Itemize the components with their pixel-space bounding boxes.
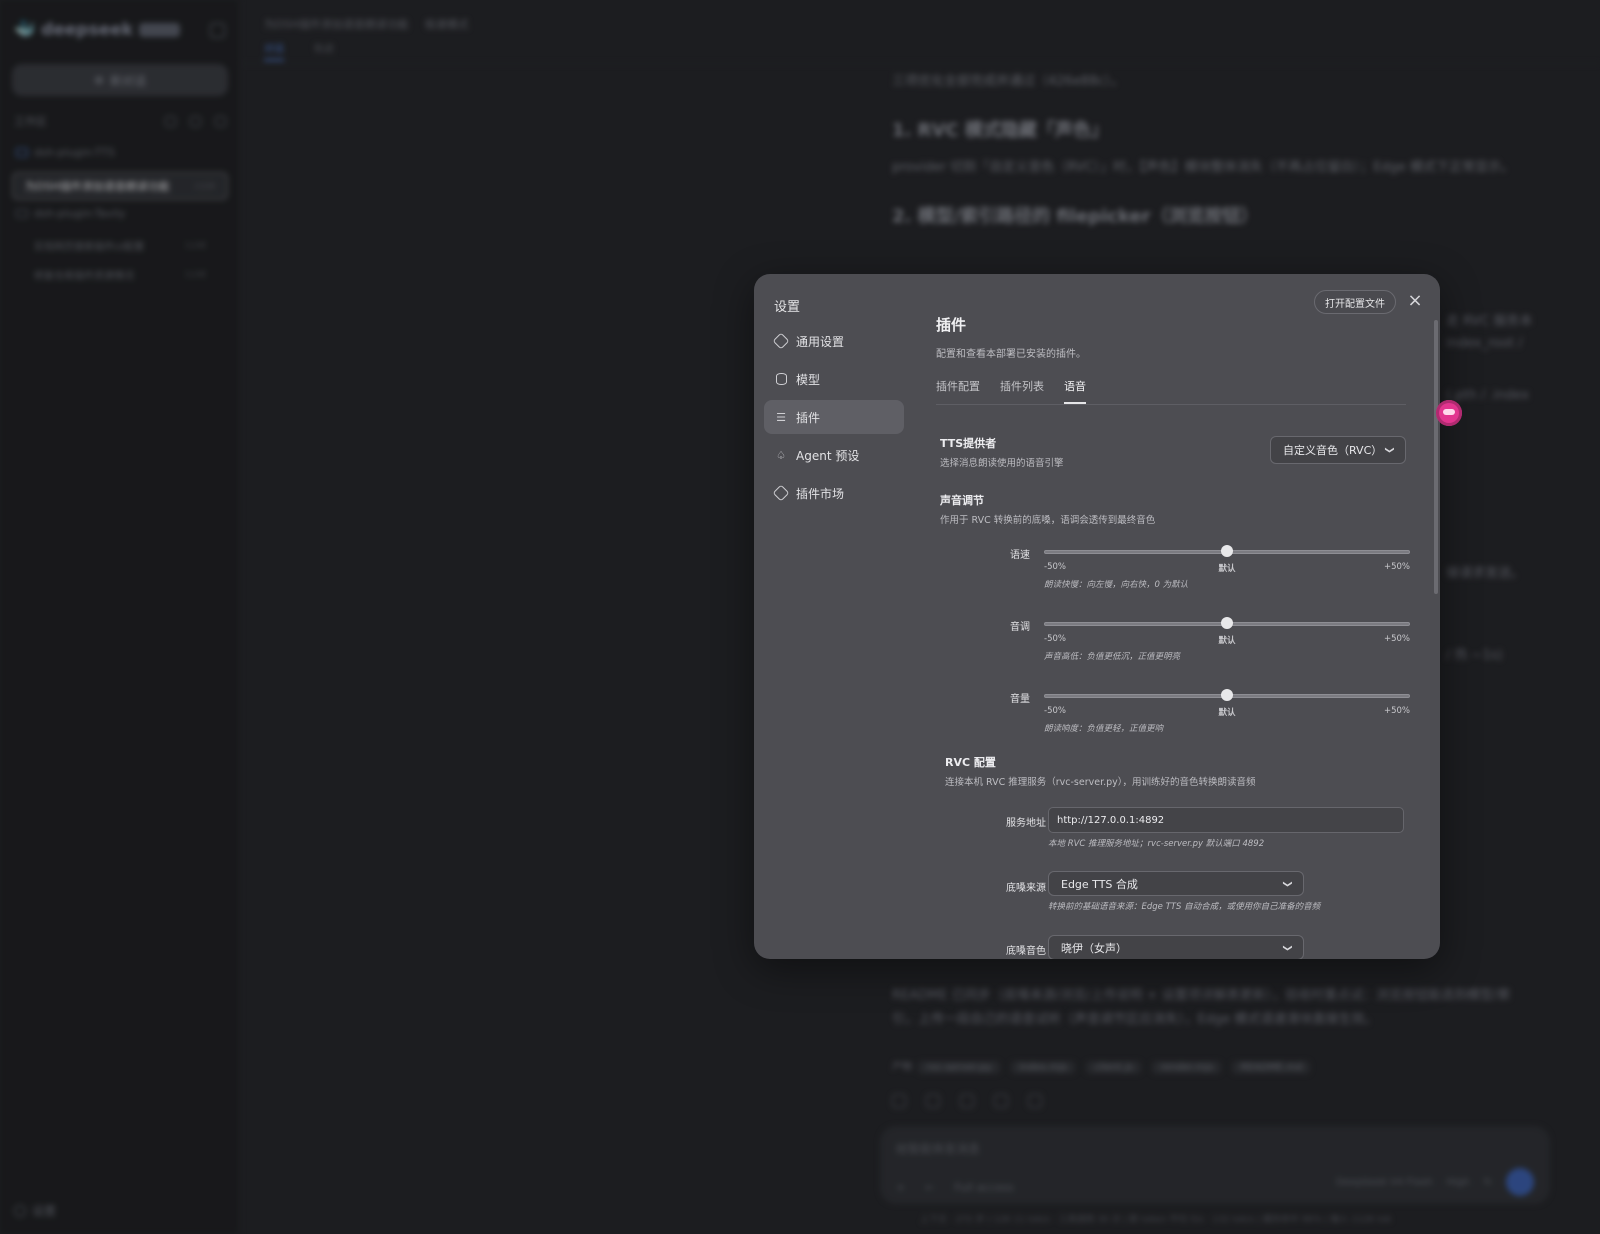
plugins-panel: 插件 配置和查看本部署已安装的插件。 插件配置 插件列表 语音: [936, 314, 1406, 405]
base-voice-source-note: 转换前的基础语音来源：Edge TTS 自动合成，或使用你自己准备的音频: [1048, 902, 1321, 912]
nav-item-general[interactable]: 通用设置: [764, 324, 904, 358]
nav-item-plugins[interactable]: ☰ 插件: [764, 400, 904, 434]
slider-thumb[interactable]: [1221, 617, 1233, 629]
open-config-file-button[interactable]: 打开配置文件: [1314, 290, 1396, 314]
robot-icon: ♤: [776, 448, 786, 462]
slider-thumb[interactable]: [1221, 545, 1233, 557]
chevron-down-icon: ❯: [1384, 446, 1395, 454]
tab-plugin-list[interactable]: 插件列表: [1000, 378, 1044, 404]
modal-scrollbar[interactable]: [1434, 320, 1438, 594]
gear-icon: [772, 332, 790, 350]
store-icon: [772, 484, 790, 502]
close-icon[interactable]: ×: [1404, 290, 1426, 312]
tab-voice[interactable]: 语音: [1064, 378, 1086, 404]
chevron-down-icon: ❯: [1282, 879, 1293, 888]
voice-adjust-section: 声音调节 作用于 RVC 转换前的底嗓，语调会透传到最终音色: [940, 494, 1156, 526]
modal-title: 设置: [774, 300, 801, 315]
database-icon: [774, 372, 788, 386]
panel-title: 插件: [936, 316, 967, 334]
base-voice-select[interactable]: 晓伊（女声） ❯: [1048, 935, 1304, 959]
sliders-icon: ☰: [776, 410, 786, 424]
slider-thumb[interactable]: [1221, 689, 1233, 701]
panel-description: 配置和查看本部署已安装的插件。: [936, 349, 1086, 360]
cursor-pet-icon: [1436, 400, 1462, 426]
nav-item-agent-presets[interactable]: ♤ Agent 预设: [764, 438, 904, 472]
server-address-label: 服务地址: [1006, 818, 1046, 829]
tts-provider-section: TTS提供者 选择消息朗读使用的语音引擎: [940, 437, 1064, 469]
base-voice-source-select[interactable]: Edge TTS 合成 ❯: [1048, 871, 1304, 896]
tts-provider-select[interactable]: 自定义音色（RVC） ❯: [1270, 436, 1406, 464]
server-address-input[interactable]: [1048, 807, 1404, 833]
nav-item-models[interactable]: 模型: [764, 362, 904, 396]
nav-item-plugin-market[interactable]: 插件市场: [764, 476, 904, 510]
tab-plugin-config[interactable]: 插件配置: [936, 378, 980, 404]
server-address-note: 本地 RVC 推理服务地址；rvc-server.py 默认端口 4892: [1048, 839, 1265, 849]
settings-nav: 通用设置 模型 ☰ 插件 ♤ Agent 预设 插件市场: [764, 324, 904, 514]
settings-modal: 设置 打开配置文件 × 通用设置 模型 ☰ 插件 ♤ Agent 预设 插件市场…: [754, 274, 1440, 959]
base-voice-label: 底嗓音色: [1006, 946, 1046, 957]
plugin-tabs: 插件配置 插件列表 语音: [936, 378, 1406, 405]
rvc-config-section: RVC 配置 连接本机 RVC 推理服务（rvc-server.py），用训练好…: [945, 756, 1256, 788]
base-voice-source-label: 底嗓来源: [1006, 883, 1046, 894]
chevron-down-icon: ❯: [1282, 943, 1293, 952]
